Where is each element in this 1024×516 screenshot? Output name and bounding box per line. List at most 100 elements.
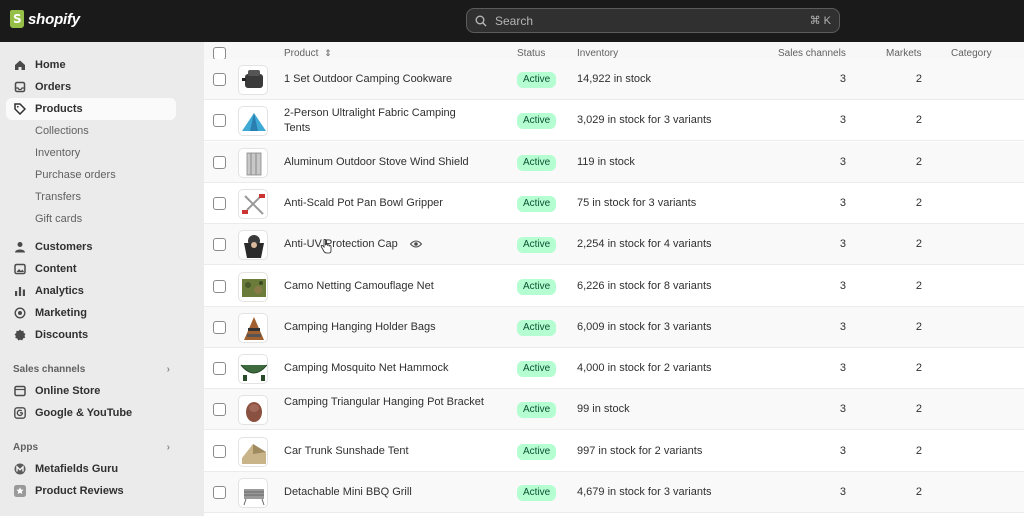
markets-count: 2 <box>915 73 922 85</box>
product-thumbnail[interactable] <box>238 188 268 219</box>
header-sales-channels[interactable]: Sales channels <box>778 48 846 59</box>
product-name-link[interactable]: Camping Triangular Hanging Pot Bracket <box>284 395 484 410</box>
product-name-link[interactable]: Camping Hanging Holder Bags <box>284 320 484 335</box>
home-icon <box>15 60 25 70</box>
sidebar-subitem-transfers[interactable]: Transfers <box>0 186 184 208</box>
status-badge: Active <box>517 154 557 171</box>
orders-icon <box>14 81 26 93</box>
row-checkbox[interactable] <box>213 444 226 458</box>
product-image <box>242 443 266 464</box>
header-product-label: Product <box>284 48 319 59</box>
product-name-link[interactable]: Anti-Scald Pot Pan Bowl Gripper <box>284 196 484 211</box>
row-checkbox[interactable] <box>213 279 226 293</box>
product-image <box>243 489 265 506</box>
table-row[interactable]: Aluminum Outdoor Stove Wind Shield Activ… <box>204 141 1024 183</box>
table-row[interactable]: 2-Person Ultralight Fabric Camping Tents… <box>204 100 1024 142</box>
table-row[interactable]: Camping Mosquito Net Hammock Active 4,00… <box>204 348 1024 390</box>
header-category[interactable]: Category <box>951 48 992 59</box>
product-name-link[interactable]: Camo Netting Camouflage Net <box>284 279 484 294</box>
product-name-link[interactable]: Detachable Mini BBQ Grill <box>284 485 484 500</box>
sidebar-item-home[interactable]: Home <box>0 54 184 76</box>
star-icon <box>14 485 26 497</box>
row-checkbox[interactable] <box>213 114 226 128</box>
products-table: Product ⇕ Status Inventory Sales channel… <box>204 42 1024 516</box>
row-checkbox[interactable] <box>213 320 226 334</box>
markets-count: 2 <box>915 403 922 416</box>
product-thumbnail[interactable] <box>238 478 268 508</box>
sales-channels-header[interactable]: Sales channels › <box>0 358 184 380</box>
table-row[interactable]: Camo Netting Camouflage Net Active 6,226… <box>204 265 1024 307</box>
product-name-link[interactable]: 2-Person Ultralight Fabric Camping Tents <box>284 106 484 136</box>
sidebar-subitem-purchase-orders[interactable]: Purchase orders <box>0 164 184 186</box>
product-thumbnail[interactable] <box>238 312 268 343</box>
sidebar-subitem-collections[interactable]: Collections <box>0 120 184 142</box>
product-thumbnail[interactable] <box>238 65 268 95</box>
row-checkbox[interactable] <box>213 403 226 417</box>
product-thumbnail[interactable] <box>238 354 268 385</box>
table-row[interactable]: Anti-Scald Pot Pan Bowl Gripper Active 7… <box>204 182 1024 224</box>
product-thumbnail[interactable] <box>238 106 268 137</box>
sidebar-item-analytics[interactable]: Analytics <box>0 280 184 302</box>
markets-count: 2 <box>915 114 922 127</box>
sales-channels-count: 3 <box>839 279 846 292</box>
header-status[interactable]: Status <box>517 48 545 59</box>
sidebar-item-discounts[interactable]: Discounts <box>0 324 184 346</box>
sort-icon[interactable]: ⇕ <box>324 48 332 58</box>
product-name-link[interactable]: Car Trunk Sunshade Tent <box>284 444 484 459</box>
sales-channels-count: 3 <box>839 486 846 498</box>
product-thumbnail[interactable] <box>238 395 268 426</box>
table-row[interactable]: Camping Hanging Holder Bags Active 6,009… <box>204 306 1024 348</box>
shopify-bag-icon <box>10 10 24 28</box>
logo-text: shopify <box>28 10 80 28</box>
header-product[interactable]: Product ⇕ <box>284 48 332 59</box>
sidebar-item-online-store[interactable]: Online Store <box>0 380 184 402</box>
sidebar-item-product-reviews[interactable]: Product Reviews <box>0 480 184 502</box>
apps-header[interactable]: Apps › <box>0 436 184 458</box>
apps-label: Apps <box>13 441 38 453</box>
product-name-link[interactable]: Anti-UV Protection Cap <box>284 237 484 252</box>
markets-count: 2 <box>915 444 922 457</box>
table-row[interactable]: Car Trunk Sunshade Tent Active 997 in st… <box>204 430 1024 472</box>
row-checkbox[interactable] <box>213 238 226 252</box>
header-markets[interactable]: Markets <box>886 48 922 59</box>
sidebar-item-content[interactable]: Content <box>0 258 184 280</box>
sidebar-item-metafields-guru[interactable]: Metafields Guru <box>0 458 184 480</box>
product-name-link[interactable]: Aluminum Outdoor Stove Wind Shield <box>284 155 484 170</box>
shopify-logo[interactable]: shopify <box>10 10 80 28</box>
markets-count: 2 <box>915 155 922 168</box>
sidebar-subitem-inventory[interactable]: Inventory <box>0 142 184 164</box>
hand-cursor-icon <box>320 239 332 254</box>
search-input[interactable]: Search ⌘ K <box>466 8 840 33</box>
table-row[interactable]: Detachable Mini BBQ Grill Active 4,679 i… <box>204 472 1024 513</box>
sidebar-item-orders[interactable]: Orders <box>0 76 184 98</box>
table-row[interactable]: Camping Triangular Hanging Pot Bracket A… <box>204 389 1024 431</box>
table-row[interactable]: 1 Set Outdoor Camping Cookware Active 14… <box>204 59 1024 100</box>
product-thumbnail[interactable] <box>238 230 268 261</box>
product-thumbnail[interactable] <box>238 271 268 302</box>
row-checkbox[interactable] <box>213 155 226 169</box>
sidebar-item-label: Orders <box>35 81 72 93</box>
row-checkbox[interactable] <box>213 486 226 499</box>
row-checkbox[interactable] <box>213 196 226 210</box>
sidebar-item-customers[interactable]: Customers <box>0 236 184 258</box>
inventory-value: 99 in stock <box>577 403 630 416</box>
table-row[interactable]: Anti-UV Protection Cap Active 2,254 in s… <box>204 224 1024 266</box>
sidebar-subitem-gift-cards[interactable]: Gift cards <box>0 208 184 230</box>
sales-channels-label: Sales channels <box>13 363 86 375</box>
sidebar-item-products[interactable]: Products <box>6 98 176 120</box>
status-badge: Active <box>517 361 557 378</box>
preview-eye-icon[interactable] <box>410 239 422 249</box>
row-checkbox[interactable] <box>213 73 226 86</box>
header-inventory[interactable]: Inventory <box>577 48 618 59</box>
product-thumbnail[interactable] <box>238 436 268 467</box>
product-thumbnail[interactable] <box>238 147 268 178</box>
sidebar-item-marketing[interactable]: Marketing <box>0 302 184 324</box>
row-checkbox[interactable] <box>213 362 226 376</box>
sidebar-item-label: Marketing <box>35 307 87 319</box>
product-name-link[interactable]: Camping Mosquito Net Hammock <box>284 361 484 376</box>
product-name-link[interactable]: 1 Set Outdoor Camping Cookware <box>284 72 484 87</box>
chevron-right-icon: › <box>166 363 170 375</box>
inventory-value: 6,009 in stock for 3 variants <box>577 320 712 333</box>
sidebar-item-google-youtube[interactable]: Google & YouTube <box>0 402 184 424</box>
markets-count: 2 <box>915 279 922 292</box>
